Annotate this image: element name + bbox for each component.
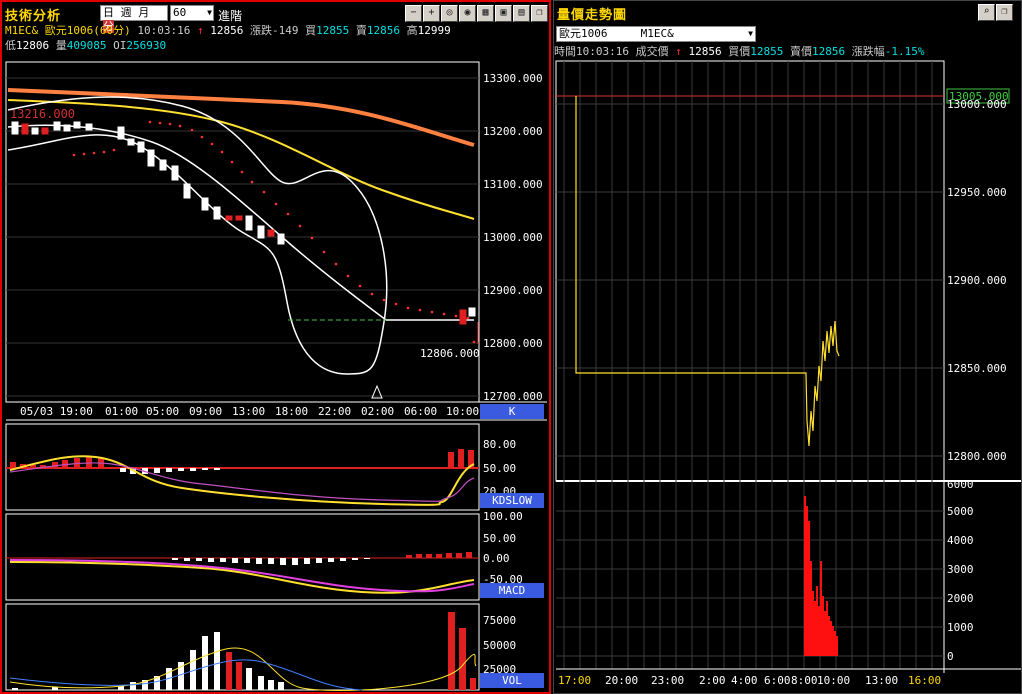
- low-price-marker: 12806.000: [420, 347, 480, 360]
- intraday-vertical-grid: [563, 61, 933, 669]
- time-tick: 01:00: [105, 405, 138, 418]
- vol-tick: 75000: [483, 614, 516, 627]
- price-tick: 12700.000: [483, 390, 543, 403]
- price-tick: 12800.000: [947, 450, 1007, 463]
- macd-histogram-pos: [406, 552, 472, 558]
- time-tick: 10:00: [817, 674, 850, 687]
- price-volume-chart-svg[interactable]: 13005.000 13000.000 12950.000 12900.000 …: [554, 1, 1021, 693]
- bollinger-band: [7, 96, 388, 375]
- price-tick: 12900.000: [483, 284, 543, 297]
- price-tick: 12950.000: [947, 186, 1007, 199]
- price-tick: 12900.000: [947, 274, 1007, 287]
- vol-tick: 50000: [483, 639, 516, 652]
- time-tick: 6:00: [764, 674, 791, 687]
- macd-tick: 100.00: [483, 510, 523, 523]
- time-tick: 8:00: [791, 674, 818, 687]
- technical-analysis-window: 技術分析 日 週 月 分 60 ▼ 進階 − + ◎ ◉ ▦ ▣ ▤ ❐ M1E…: [0, 0, 551, 694]
- vol-tick: 3000: [947, 563, 974, 576]
- vol-tick: 5000: [947, 505, 974, 518]
- vol-axis-labels: 75000 50000 25000: [483, 614, 516, 676]
- macd-tick: 0.00: [483, 552, 510, 565]
- price-tick: 13100.000: [483, 178, 543, 191]
- panel-label-vol[interactable]: VOL: [480, 673, 544, 688]
- price-volume-window: 量價走勢圖 ⌕ ❐ 歐元1006 M1EC& ▼ 時間10:03:16 成交價 …: [553, 0, 1022, 694]
- time-tick: 17:00: [558, 674, 591, 687]
- time-tick: 13:00: [865, 674, 898, 687]
- macd-histogram-neg: [172, 558, 370, 565]
- price-tick: 13000.000: [483, 231, 543, 244]
- price-tick: 13300.000: [483, 72, 543, 85]
- time-tick: 02:00: [361, 405, 394, 418]
- intraday-volume-axis: 6000 5000 4000 3000 2000 1000 0: [947, 478, 974, 663]
- time-tick: 16:00: [908, 674, 941, 687]
- kd-histogram: [10, 449, 474, 468]
- signal-line: [9, 559, 475, 593]
- vol-panel-frame: [5, 603, 480, 691]
- volume-bars-white: [12, 632, 284, 690]
- price-axis-labels: 13300.000 13200.000 13100.000 13000.000 …: [483, 72, 543, 403]
- time-tick: 10:00: [446, 405, 479, 418]
- intraday-price-axis: 13000.000 12950.000 12900.000 12850.000 …: [947, 98, 1007, 463]
- time-tick: 4:00: [731, 674, 758, 687]
- time-tick: 09:00: [189, 405, 222, 418]
- kd-tick: 50.00: [483, 462, 516, 475]
- intraday-horizontal-grid: [556, 103, 944, 657]
- technical-chart-svg[interactable]: 13300.000 13200.000 13100.000 13000.000 …: [2, 2, 549, 692]
- vol-tick: 0: [947, 650, 954, 663]
- vol-tick: 1000: [947, 621, 974, 634]
- intraday-price-frame: [555, 60, 945, 482]
- vol-tick: 2000: [947, 592, 974, 605]
- time-tick: 05/03 19:00: [20, 405, 93, 418]
- time-tick: 22:00: [318, 405, 351, 418]
- vol-tick: 4000: [947, 534, 974, 547]
- vol-tick: 6000: [947, 478, 974, 491]
- panel-label-k[interactable]: K: [480, 404, 544, 419]
- kd-axis-labels: 80.00 50.00 20.00: [483, 438, 516, 498]
- bollinger-mid: [7, 124, 474, 321]
- price-tick: 12850.000: [947, 362, 1007, 375]
- macd-axis-labels: 100.00 50.00 0.00 -50.00: [483, 510, 523, 586]
- price-tick: 12800.000: [483, 337, 543, 350]
- time-tick: 05:00: [146, 405, 179, 418]
- time-tick: 06:00: [404, 405, 437, 418]
- kd-tick: 80.00: [483, 438, 516, 451]
- price-tick: 13200.000: [483, 125, 543, 138]
- intraday-volume-bars: [804, 496, 838, 656]
- time-tick: 20:00: [605, 674, 638, 687]
- time-tick: 13:00: [232, 405, 265, 418]
- macd-tick: 50.00: [483, 532, 516, 545]
- ghost-price-label: 13216.000: [10, 107, 75, 121]
- macd-line: [9, 561, 475, 594]
- time-axis-labels: 05/03 19:00 01:00 05:00 09:00 13:00 18:0…: [20, 405, 479, 418]
- intraday-time-axis: 17:00 20:00 23:00 2:00 4:00 6:00 8:00 10…: [558, 674, 941, 687]
- price-tick: 13000.000: [947, 98, 1007, 111]
- time-tick: 18:00: [275, 405, 308, 418]
- panel-label-kdslow[interactable]: KDSLOW: [480, 493, 544, 508]
- panel-label-macd[interactable]: MACD: [480, 583, 544, 598]
- time-tick: 23:00: [651, 674, 684, 687]
- time-tick: 2:00: [699, 674, 726, 687]
